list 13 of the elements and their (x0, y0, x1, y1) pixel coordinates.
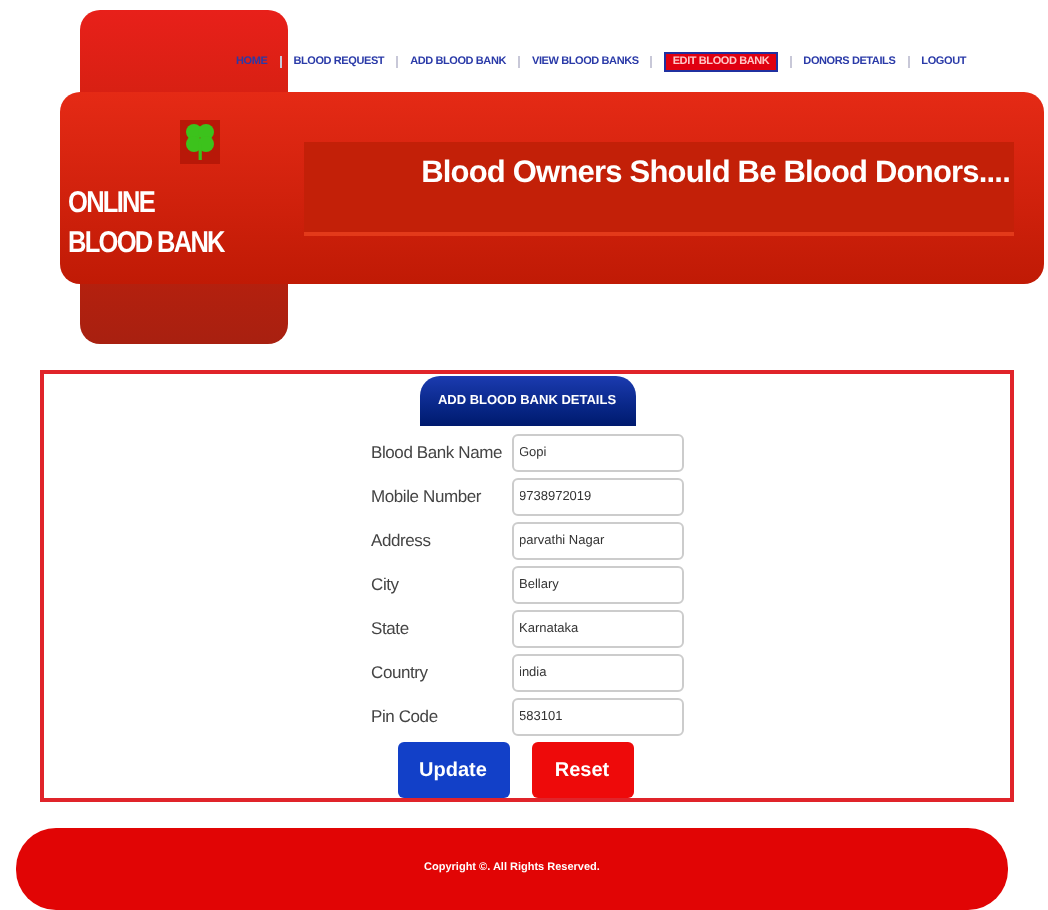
logo-text: BLOOD BANK (68, 224, 224, 264)
field-label: Country (371, 660, 430, 686)
field-label: City (371, 572, 401, 598)
update-button[interactable]: Update (397, 742, 509, 798)
slogan: Blood Owners Should Be Blood Donors.... (421, 154, 1010, 194)
field-label: Pin Code (371, 704, 440, 730)
field-label: Address (371, 528, 433, 554)
clover-icon (180, 120, 220, 164)
logo-text: ONLINE (68, 184, 157, 224)
field-label: Blood Bank Name (371, 440, 505, 466)
field-label: Mobile Number (371, 484, 484, 510)
reset-button[interactable]: Reset (531, 742, 633, 798)
field-label: State (371, 616, 411, 642)
